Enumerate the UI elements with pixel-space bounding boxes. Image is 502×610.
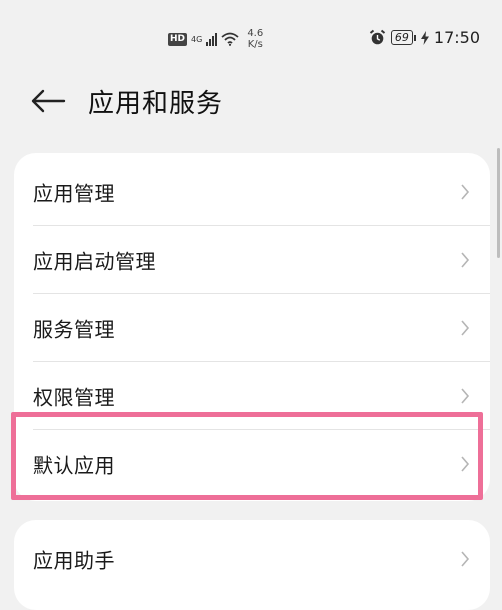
settings-card: 应用管理 应用启动管理 服务管理 权限管理 默认应用 xyxy=(14,153,490,501)
page-title: 应用和服务 xyxy=(88,89,224,119)
menu-item-label: 应用助手 xyxy=(33,548,115,573)
menu-item-label: 服务管理 xyxy=(33,317,115,342)
alarm-icon xyxy=(369,29,386,45)
chevron-right-icon xyxy=(461,320,470,336)
chevron-right-icon xyxy=(461,252,470,268)
charging-icon xyxy=(420,30,429,45)
status-bar: HD 4G 4.6 K/s 69 17:50 xyxy=(0,0,502,80)
hd-badge: HD xyxy=(168,32,188,46)
network-speed: 4.6 K/s xyxy=(247,28,263,50)
wifi-icon xyxy=(221,32,239,46)
menu-item-label: 权限管理 xyxy=(33,385,115,410)
clock: 17:50 xyxy=(433,28,480,47)
menu-item-label: 应用启动管理 xyxy=(33,249,156,274)
network-type: 4G xyxy=(191,35,202,44)
chevron-right-icon xyxy=(461,456,470,472)
chevron-right-icon xyxy=(461,388,470,404)
status-right-group: 69 17:50 xyxy=(369,28,480,47)
menu-item-default-apps[interactable]: 默认应用 xyxy=(14,430,490,498)
speed-unit: K/s xyxy=(247,39,263,50)
signal-icon xyxy=(206,32,218,46)
menu-item-app-launch-management[interactable]: 应用启动管理 xyxy=(14,226,490,294)
speed-value: 4.6 xyxy=(247,28,264,39)
scrollbar[interactable] xyxy=(497,148,500,258)
battery-level: 69 xyxy=(390,30,413,45)
back-arrow-icon[interactable] xyxy=(28,86,68,116)
status-network-group: HD 4G 4.6 K/s xyxy=(168,28,263,50)
settings-card-2: 应用助手 xyxy=(14,520,490,610)
menu-item-app-management[interactable]: 应用管理 xyxy=(14,158,490,226)
chevron-right-icon xyxy=(461,551,470,567)
menu-item-label: 应用管理 xyxy=(33,181,115,206)
battery-icon: 69 xyxy=(390,30,416,45)
menu-item-service-management[interactable]: 服务管理 xyxy=(14,294,490,362)
chevron-right-icon xyxy=(461,184,470,200)
network-type-label: 4G xyxy=(191,34,203,44)
menu-item-permission-management[interactable]: 权限管理 xyxy=(14,362,490,430)
menu-item-app-assistant[interactable]: 应用助手 xyxy=(14,525,490,593)
menu-item-label: 默认应用 xyxy=(33,453,115,478)
